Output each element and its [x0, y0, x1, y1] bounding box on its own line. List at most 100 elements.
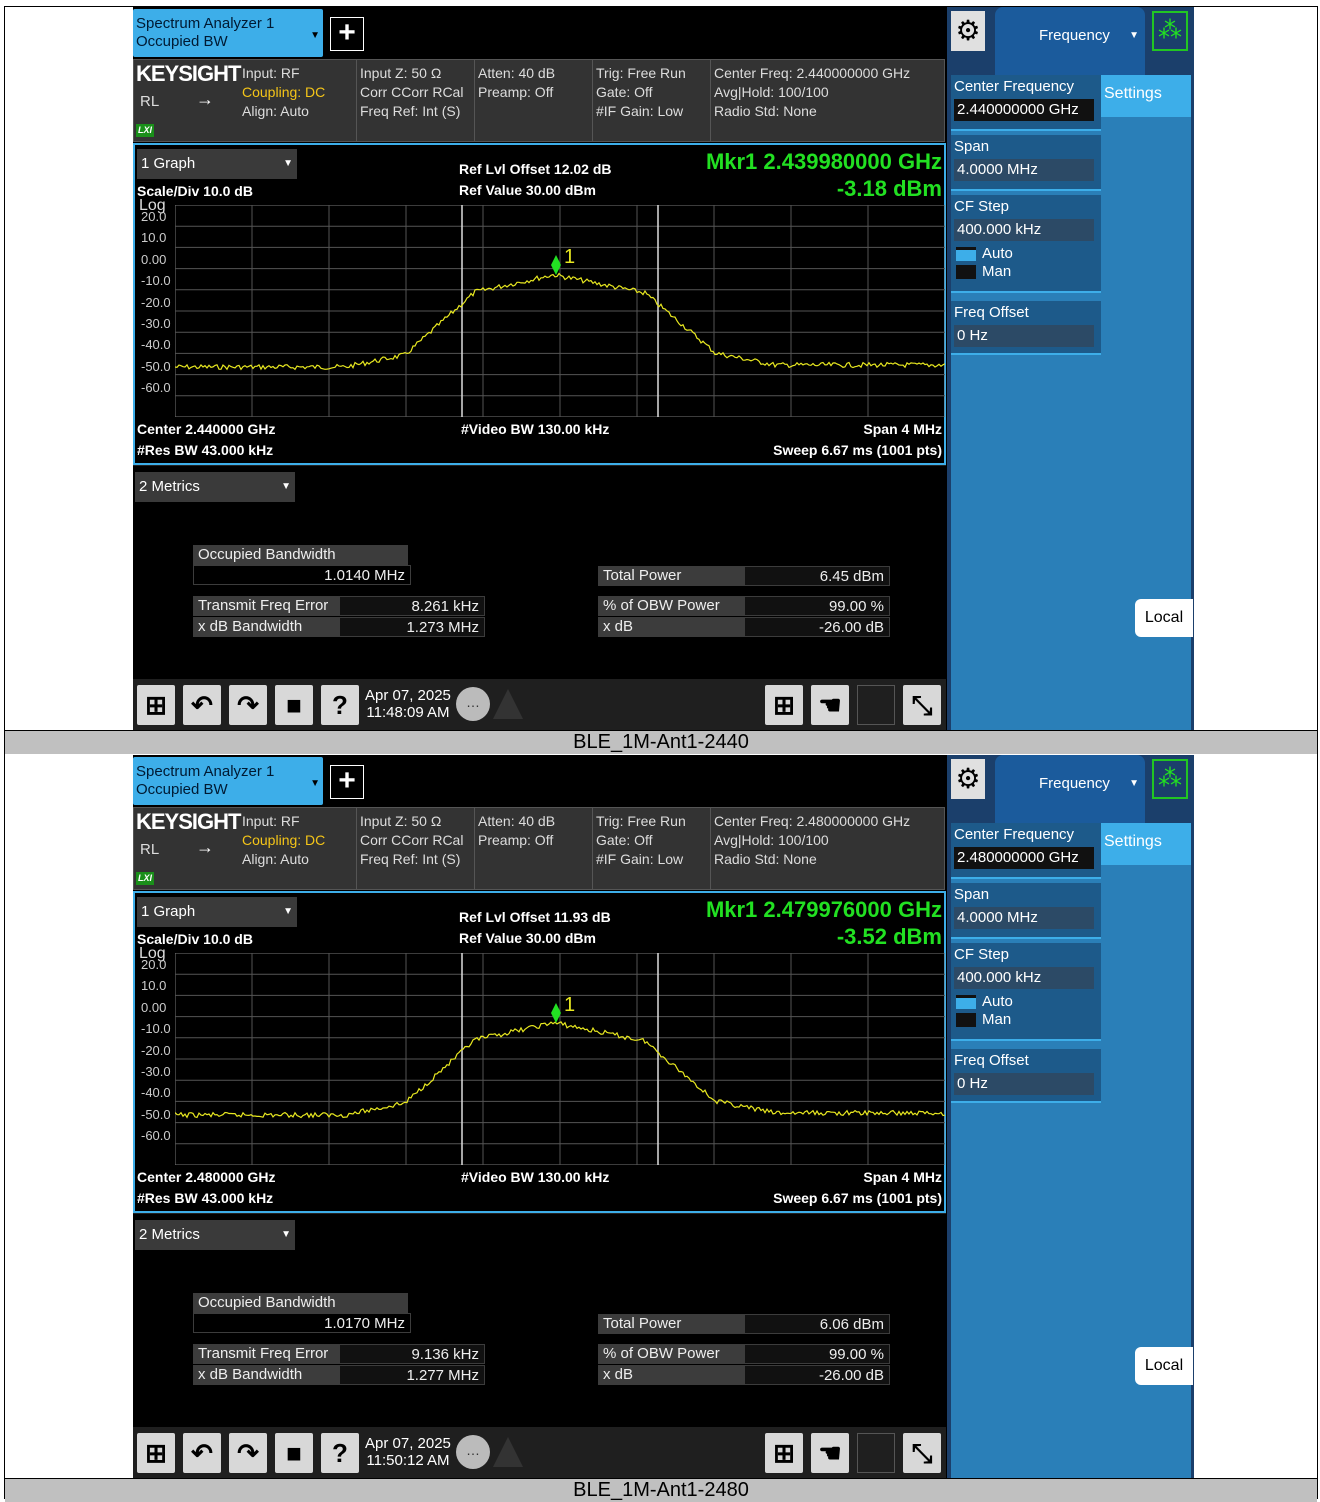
- metrics-view-dropdown[interactable]: 2 Metrics ▼: [135, 472, 295, 502]
- spectrum-graph[interactable]: 1 Graph ▼ Scale/Div 10.0 dB Ref Lvl Offs…: [133, 891, 946, 1213]
- xdb-bw-value: 1.273 MHz: [339, 617, 485, 637]
- undo-icon[interactable]: ↶: [183, 1433, 221, 1473]
- gear-icon[interactable]: ⚙: [951, 11, 985, 51]
- auto-label: Auto: [982, 993, 1013, 1010]
- marker-frequency: Mkr1 2.479976000 GHz: [705, 897, 942, 922]
- maximize-icon[interactable]: ⤡: [903, 1433, 941, 1473]
- span-softkey[interactable]: Span 4.0000 MHz: [951, 883, 1101, 939]
- xdb-bw-label: x dB Bandwidth: [193, 617, 339, 637]
- cf-step-input[interactable]: 400.000 kHz: [954, 967, 1094, 989]
- xdb-label: x dB: [598, 1365, 744, 1385]
- graph-view-dropdown[interactable]: 1 Graph ▼: [137, 149, 297, 179]
- undo-icon[interactable]: ↶: [183, 685, 221, 725]
- trigger-block[interactable]: Trig: Free Run Gate: Off #IF Gain: Low: [593, 808, 711, 889]
- auto-radio[interactable]: Auto: [954, 245, 1101, 263]
- folder-icon[interactable]: ■: [275, 1433, 313, 1473]
- center-frequency-label: Center Frequency: [954, 826, 1075, 843]
- help-icon[interactable]: ?: [321, 1433, 359, 1473]
- gear-icon[interactable]: ⚙: [951, 759, 985, 799]
- trace-plot[interactable]: 1: [175, 205, 945, 417]
- tab-settings[interactable]: Settings: [1096, 823, 1191, 865]
- chevron-down-icon: ▼: [310, 778, 320, 789]
- metrics-view-dropdown[interactable]: 2 Metrics ▼: [135, 1220, 295, 1250]
- input-block[interactable]: Input: RF Coupling: DC Align: Auto: [239, 60, 357, 141]
- frequency-menu-tab[interactable]: Frequency ▼: [995, 7, 1145, 75]
- status-bar: KEYSIGHT RL → LXI Input: RF Coupling: DC…: [133, 807, 945, 890]
- maximize-icon[interactable]: ⤡: [903, 685, 941, 725]
- layout-icon[interactable]: ⊞: [765, 1433, 803, 1473]
- grid-icon[interactable]: [857, 685, 895, 725]
- trace-plot[interactable]: 1: [175, 953, 945, 1165]
- atten: Atten: 40 dB: [478, 65, 556, 81]
- coupling: Coupling: DC: [242, 84, 326, 100]
- tab-settings[interactable]: Settings: [1096, 75, 1191, 117]
- center-freq-block[interactable]: Center Freq: 2.440000000 GHz Avg|Hold: 1…: [711, 60, 945, 141]
- total-power-value: 6.45 dBm: [744, 566, 890, 586]
- frequency-menu-tab[interactable]: Frequency ▼: [995, 755, 1145, 823]
- span-softkey[interactable]: Span 4.0000 MHz: [951, 135, 1101, 191]
- center-frequency-label: Center Frequency: [954, 78, 1075, 95]
- center-frequency-input[interactable]: 2.480000000 GHz: [954, 847, 1094, 869]
- center-frequency-input[interactable]: 2.440000000 GHz: [954, 99, 1094, 121]
- measurement-tab[interactable]: Spectrum Analyzer 1 Occupied BW ▼: [133, 757, 323, 805]
- atten-block[interactable]: Atten: 40 dB Preamp: Off: [475, 60, 593, 141]
- atten-block[interactable]: Atten: 40 dB Preamp: Off: [475, 808, 593, 889]
- obw-label: Occupied Bandwidth: [193, 545, 408, 565]
- freq-offset-input[interactable]: 0 Hz: [954, 1073, 1094, 1095]
- y-tick: -60.0: [141, 380, 171, 396]
- y-tick: -60.0: [141, 1128, 171, 1144]
- freq-ref: Freq Ref: Int (S): [360, 851, 461, 867]
- obw-power-label: % of OBW Power: [598, 1344, 744, 1364]
- center-frequency-softkey[interactable]: Center Frequency 2.440000000 GHz: [951, 75, 1101, 131]
- impedance-block[interactable]: Input Z: 50 Ω Corr CCorr RCal Freq Ref: …: [357, 60, 475, 141]
- redo-icon[interactable]: ↷: [229, 1433, 267, 1473]
- res-bw-label: #Res BW 43.000 kHz: [137, 442, 274, 458]
- touch-icon[interactable]: ☚: [811, 1433, 849, 1473]
- add-screen-button[interactable]: +: [330, 765, 364, 799]
- avg-hold: Avg|Hold: 100/100: [714, 84, 829, 100]
- gate: Gate: Off: [596, 84, 653, 100]
- cf-step-softkey[interactable]: CF Step 400.000 kHz Auto Man: [951, 943, 1101, 1041]
- measurement-tab[interactable]: Spectrum Analyzer 1 Occupied BW ▼: [133, 9, 323, 57]
- add-screen-button[interactable]: +: [330, 17, 364, 51]
- windows-icon[interactable]: ⊞: [137, 685, 175, 725]
- obw-value: 1.0170 MHz: [193, 1313, 411, 1333]
- cf-step-input[interactable]: 400.000 kHz: [954, 219, 1094, 241]
- spectrum-graph[interactable]: 1 Graph ▼ Scale/Div 10.0 dB Ref Lvl Offs…: [133, 143, 946, 465]
- local-button[interactable]: Local: [1135, 1347, 1193, 1385]
- cf-step-label: CF Step: [954, 198, 1010, 215]
- folder-icon[interactable]: ■: [275, 685, 313, 725]
- center-frequency-softkey[interactable]: Center Frequency 2.480000000 GHz: [951, 823, 1101, 879]
- freq-offset-input[interactable]: 0 Hz: [954, 325, 1094, 347]
- auto-radio[interactable]: Auto: [954, 993, 1101, 1011]
- freq-offset-softkey[interactable]: Freq Offset 0 Hz: [951, 1049, 1101, 1103]
- warning-icon: [493, 1437, 523, 1467]
- brand-block: KEYSIGHT RL → LXI: [134, 808, 241, 889]
- trigger-block[interactable]: Trig: Free Run Gate: Off #IF Gain: Low: [593, 60, 711, 141]
- layout-icon[interactable]: ⊞: [765, 685, 803, 725]
- spinner-icon: ⁂: [1152, 11, 1188, 51]
- cf-step-softkey[interactable]: CF Step 400.000 kHz Auto Man: [951, 195, 1101, 293]
- grid-icon[interactable]: [857, 1433, 895, 1473]
- chat-icon[interactable]: …: [456, 1435, 490, 1469]
- freq-offset-softkey[interactable]: Freq Offset 0 Hz: [951, 301, 1101, 355]
- input-block[interactable]: Input: RF Coupling: DC Align: Auto: [239, 808, 357, 889]
- help-icon[interactable]: ?: [321, 685, 359, 725]
- graph-view-dropdown[interactable]: 1 Graph ▼: [137, 897, 297, 927]
- local-button[interactable]: Local: [1135, 599, 1193, 637]
- brand-logo: KEYSIGHT: [136, 61, 241, 86]
- man-radio[interactable]: Man: [954, 1011, 1101, 1029]
- redo-icon[interactable]: ↷: [229, 685, 267, 725]
- windows-icon[interactable]: ⊞: [137, 1433, 175, 1473]
- center-freq-block[interactable]: Center Freq: 2.480000000 GHz Avg|Hold: 1…: [711, 808, 945, 889]
- impedance-block[interactable]: Input Z: 50 Ω Corr CCorr RCal Freq Ref: …: [357, 808, 475, 889]
- xdb-bw-label: x dB Bandwidth: [193, 1365, 339, 1385]
- man-radio[interactable]: Man: [954, 263, 1101, 281]
- span-input[interactable]: 4.0000 MHz: [954, 159, 1094, 181]
- softkey-panel: ⚙ Frequency ▼ ⁂ Settings Center Frequenc…: [947, 755, 1194, 1478]
- chevron-down-icon: ▼: [1129, 778, 1139, 789]
- span-input[interactable]: 4.0000 MHz: [954, 907, 1094, 929]
- chevron-down-icon: ▼: [283, 158, 293, 169]
- chat-icon[interactable]: …: [456, 687, 490, 721]
- touch-icon[interactable]: ☚: [811, 685, 849, 725]
